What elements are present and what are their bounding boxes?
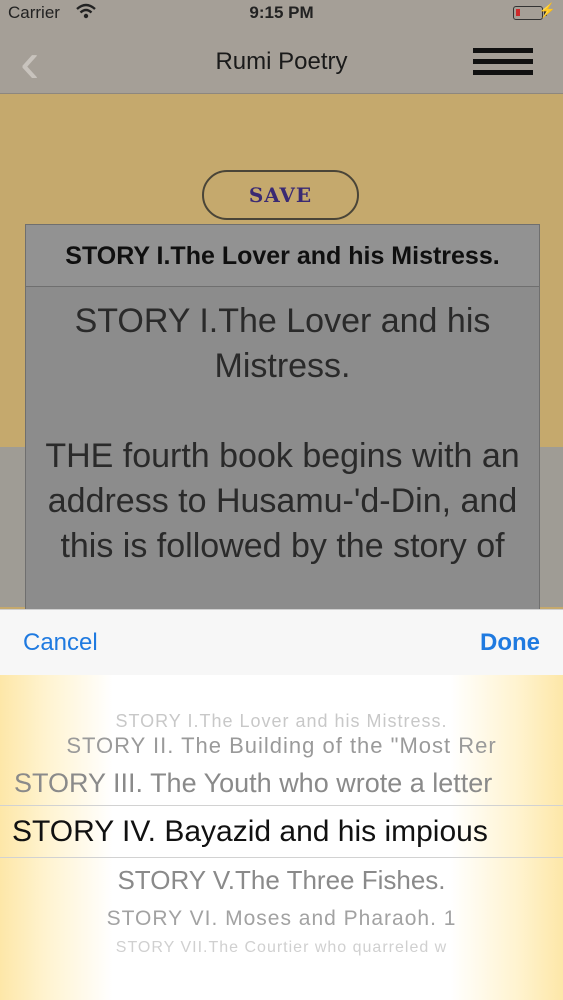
story-text[interactable]: STORY I.The Lover and his Mistress. THE … xyxy=(26,287,539,569)
picker-row[interactable]: STORY II. The Building of the "Most Rer xyxy=(0,733,563,759)
cancel-button[interactable]: Cancel xyxy=(23,629,98,657)
story-paragraph-title: STORY I.The Lover and his Mistress. xyxy=(74,302,491,385)
picker-toolbar: Cancel Done xyxy=(0,609,563,675)
picker-row[interactable]: STORY V.The Three Fishes. xyxy=(0,865,563,896)
navigation-bar: ‹ Rumi Poetry xyxy=(0,28,563,94)
story-paragraph-body: THE fourth book begins with an address t… xyxy=(45,437,520,565)
clock-time: 9:15 PM xyxy=(249,3,314,22)
picker-row[interactable]: STORY III. The Youth who wrote a letter xyxy=(14,768,563,799)
battery-level xyxy=(516,9,520,16)
picker-selection-bottom-line xyxy=(0,857,563,858)
status-bar: Carrier 9:15 PM ⚡ xyxy=(0,0,563,28)
picker-row[interactable]: STORY VII.The Courtier who quarreled w xyxy=(0,939,563,957)
hamburger-menu-icon[interactable] xyxy=(473,48,533,76)
picker-row[interactable]: STORY I.The Lover and his Mistress. xyxy=(0,711,563,732)
story-card-title: STORY I.The Lover and his Mistress. xyxy=(26,225,539,287)
picker-selection-top-line xyxy=(0,805,563,806)
save-button[interactable]: SAVE xyxy=(202,170,359,220)
story-card: STORY I.The Lover and his Mistress. STOR… xyxy=(25,224,540,614)
bolt-icon: ⚡ xyxy=(538,2,556,18)
done-button[interactable]: Done xyxy=(480,629,540,657)
picker-row[interactable]: STORY VI. Moses and Pharaoh. 1 xyxy=(0,907,563,931)
story-picker[interactable]: STORY I.The Lover and his Mistress. STOR… xyxy=(0,675,563,1000)
picker-row-selected[interactable]: STORY IV. Bayazid and his impious xyxy=(12,815,563,849)
